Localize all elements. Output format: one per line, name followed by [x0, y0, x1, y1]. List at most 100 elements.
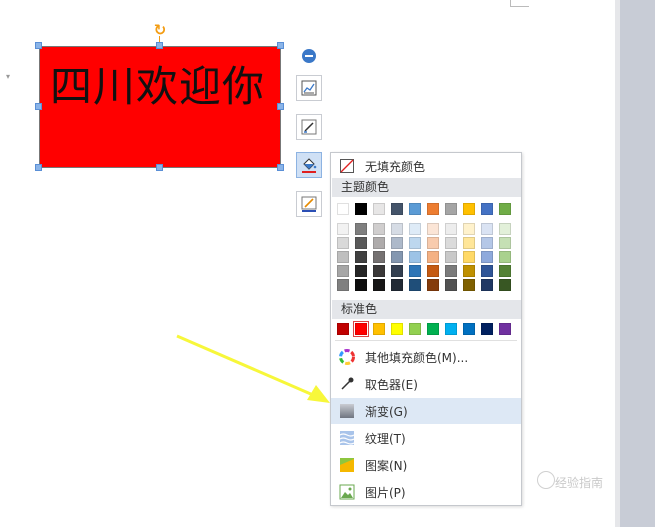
color-swatch[interactable]	[337, 279, 349, 291]
color-swatch[interactable]	[445, 323, 457, 335]
picture-icon	[339, 484, 357, 500]
color-swatch[interactable]	[337, 251, 349, 263]
color-swatch[interactable]	[409, 323, 421, 335]
color-swatch[interactable]	[499, 251, 511, 263]
color-swatch[interactable]	[337, 323, 349, 335]
color-swatch[interactable]	[427, 203, 439, 215]
color-swatch[interactable]	[391, 265, 403, 277]
color-swatch[interactable]	[481, 323, 493, 335]
color-swatch[interactable]	[427, 251, 439, 263]
color-swatch[interactable]	[481, 265, 493, 277]
eyedropper-item[interactable]: 取色器(E)	[331, 371, 521, 397]
color-swatch[interactable]	[355, 279, 367, 291]
color-swatch[interactable]	[481, 237, 493, 249]
color-swatch[interactable]	[481, 279, 493, 291]
color-swatch[interactable]	[337, 265, 349, 277]
color-swatch[interactable]	[445, 223, 457, 235]
watermark-text: 经验指南	[555, 476, 604, 490]
no-fill-item[interactable]: 无填充颜色	[331, 153, 521, 179]
resize-handle-bottom[interactable]	[156, 164, 163, 171]
pattern-icon	[339, 457, 357, 473]
color-swatch[interactable]	[409, 279, 421, 291]
color-swatch[interactable]	[427, 223, 439, 235]
picture-item[interactable]: 图片(P)	[331, 479, 521, 505]
color-swatch[interactable]	[463, 279, 475, 291]
color-swatch[interactable]	[373, 223, 385, 235]
shape-style-button[interactable]	[296, 114, 322, 140]
gradient-icon	[339, 403, 357, 419]
color-swatch[interactable]	[499, 223, 511, 235]
resize-handle-left[interactable]	[35, 103, 42, 110]
color-swatch[interactable]	[409, 251, 421, 263]
color-swatch[interactable]	[373, 265, 385, 277]
color-swatch[interactable]	[463, 237, 475, 249]
resize-handle-top-right[interactable]	[277, 42, 284, 49]
standard-colors-header: 标准色	[332, 300, 521, 319]
color-swatch[interactable]	[499, 237, 511, 249]
color-swatch[interactable]	[337, 203, 349, 215]
color-swatch[interactable]	[355, 237, 367, 249]
color-swatch[interactable]	[481, 223, 493, 235]
color-swatch[interactable]	[337, 237, 349, 249]
menu-separator	[335, 340, 517, 341]
resize-handle-top-left[interactable]	[35, 42, 42, 49]
color-swatch[interactable]	[499, 265, 511, 277]
color-swatch[interactable]	[355, 251, 367, 263]
color-swatch[interactable]	[373, 251, 385, 263]
color-swatch[interactable]	[427, 237, 439, 249]
resize-handle-top[interactable]	[156, 42, 163, 49]
resize-handle-bottom-left[interactable]	[35, 164, 42, 171]
color-swatch[interactable]	[445, 265, 457, 277]
color-swatch[interactable]	[481, 203, 493, 215]
shape-outline-button[interactable]	[296, 191, 322, 217]
color-swatch[interactable]	[373, 203, 385, 215]
color-swatch[interactable]	[391, 323, 403, 335]
color-swatch[interactable]	[481, 251, 493, 263]
color-swatch[interactable]	[445, 203, 457, 215]
layout-options-button[interactable]	[296, 75, 322, 101]
text-box[interactable]: 四川欢迎你	[39, 46, 281, 168]
color-swatch[interactable]	[499, 279, 511, 291]
color-swatch[interactable]	[463, 223, 475, 235]
color-swatch[interactable]	[427, 265, 439, 277]
color-swatch[interactable]	[391, 203, 403, 215]
color-swatch[interactable]	[391, 279, 403, 291]
color-swatch[interactable]	[409, 203, 421, 215]
color-swatch[interactable]	[463, 323, 475, 335]
color-swatch[interactable]	[463, 251, 475, 263]
color-swatch[interactable]	[337, 223, 349, 235]
color-swatch[interactable]	[445, 251, 457, 263]
color-swatch[interactable]	[409, 237, 421, 249]
color-swatch[interactable]	[445, 237, 457, 249]
color-swatch[interactable]	[499, 323, 511, 335]
pattern-item[interactable]: 图案(N)	[331, 452, 521, 478]
color-swatch[interactable]	[391, 251, 403, 263]
color-swatch[interactable]	[373, 279, 385, 291]
color-swatch[interactable]	[355, 223, 367, 235]
color-swatch[interactable]	[463, 265, 475, 277]
resize-handle-right[interactable]	[277, 103, 284, 110]
rotate-handle-icon[interactable]: ↻	[152, 22, 168, 38]
color-swatch[interactable]	[445, 279, 457, 291]
color-swatch[interactable]	[373, 323, 385, 335]
text-box-content[interactable]: 四川欢迎你	[50, 53, 265, 114]
color-swatch[interactable]	[355, 203, 367, 215]
more-fill-colors-item[interactable]: 其他填充颜色(M)...	[331, 344, 521, 370]
color-swatch[interactable]	[391, 237, 403, 249]
gradient-item[interactable]: 渐变(G)	[331, 398, 521, 424]
shape-fill-button[interactable]	[296, 152, 322, 178]
color-swatch[interactable]	[409, 223, 421, 235]
color-swatch[interactable]	[353, 321, 369, 337]
color-swatch[interactable]	[373, 237, 385, 249]
color-swatch[interactable]	[427, 323, 439, 335]
texture-item[interactable]: 纹理(T)	[331, 425, 521, 451]
color-swatch[interactable]	[391, 223, 403, 235]
eyedropper-label: 取色器(E)	[365, 377, 418, 392]
color-swatch[interactable]	[355, 265, 367, 277]
color-swatch[interactable]	[499, 203, 511, 215]
color-swatch[interactable]	[409, 265, 421, 277]
collapse-toolbar-icon[interactable]	[302, 49, 316, 63]
resize-handle-bottom-right[interactable]	[277, 164, 284, 171]
color-swatch[interactable]	[463, 203, 475, 215]
color-swatch[interactable]	[427, 279, 439, 291]
